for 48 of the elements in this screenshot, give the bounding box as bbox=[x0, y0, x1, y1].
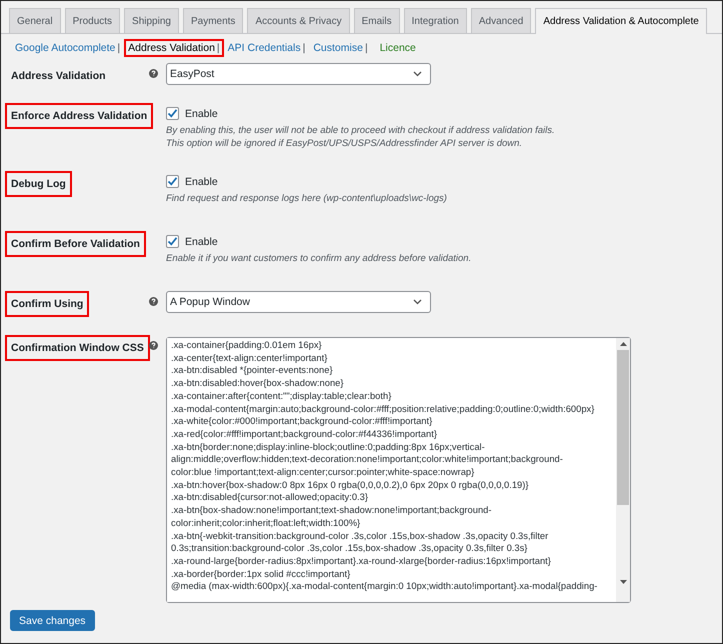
dropdown[interactable]: EasyPost bbox=[166, 63, 431, 85]
dropdown-value: A Popup Window bbox=[170, 296, 250, 308]
dropdown[interactable]: A Popup Window bbox=[166, 291, 431, 313]
scroll-up-icon[interactable] bbox=[620, 342, 626, 346]
setting-label: Confirm Before Validation bbox=[5, 231, 146, 257]
settings-tab[interactable]: Advanced bbox=[470, 8, 532, 33]
settings-tab[interactable]: Emails bbox=[354, 8, 400, 33]
help-text: This option will be ignored if EasyPost/UPS/USPS/Addressfinder API server is down. bbox=[166, 137, 524, 150]
checkbox-label[interactable]: Enable bbox=[185, 176, 218, 188]
settings-tab[interactable]: Address Validation & Autocomplete bbox=[535, 8, 707, 34]
save-changes-button[interactable]: Save changes bbox=[10, 610, 95, 631]
subnav-link[interactable]: Address Validation bbox=[128, 42, 215, 54]
setting-label: Address Validation bbox=[10, 69, 107, 84]
separator: | bbox=[117, 42, 120, 54]
subnav-link[interactable]: Licence bbox=[380, 42, 416, 54]
setting-label: Debug Log bbox=[5, 171, 72, 197]
setting-label: Confirmation Window CSS bbox=[5, 335, 150, 361]
dropdown-value: EasyPost bbox=[170, 68, 214, 80]
help-icon[interactable] bbox=[149, 69, 158, 78]
chevron-down-icon bbox=[413, 71, 422, 77]
settings-tab[interactable]: Payments bbox=[182, 8, 244, 33]
chevron-down-icon bbox=[413, 299, 422, 305]
settings-tab[interactable]: Accounts & Privacy bbox=[247, 8, 350, 33]
checkbox[interactable] bbox=[166, 107, 179, 120]
settings-tab[interactable]: Integration bbox=[404, 8, 467, 33]
settings-tab[interactable]: Shipping bbox=[124, 8, 179, 33]
separator: | bbox=[302, 42, 306, 54]
scroll-down-icon[interactable] bbox=[620, 580, 626, 584]
help-text: Enable it if you want customers to confirm any address before validation. bbox=[166, 252, 472, 265]
checkbox-label[interactable]: Enable bbox=[185, 108, 218, 120]
subnav-link[interactable]: API Credentials bbox=[228, 42, 301, 54]
help-text: By enabling this, the user will not be able to proceed with checkout if address validation fails. bbox=[166, 124, 556, 137]
scrollbar[interactable] bbox=[616, 338, 630, 602]
subnav-link[interactable]: Google Autocomplete bbox=[15, 42, 116, 54]
settings-tab[interactable]: Products bbox=[64, 8, 120, 33]
help-icon[interactable] bbox=[149, 297, 158, 306]
css-textarea[interactable]: .xa-container{padding:0.01em 16px} .xa-center{text-align:center!important} .xa-btn:disabled *{pointer-events:none} .xa-btn:disabled:hover{box-shadow:none} .xa-container:after{content:"";display:table;clear:both} .xa-modal-content{margin:auto;background-color:#fff;position:relative;padding:0;outline:0;width:600px} .xa-white{color:#000!important;background-color:#fff!important} .xa-red{color:#fff!important;background-color:#f44336!important} .xa-btn{border:none;display:inline-block;outline:0;padding:8px 16px;vertical- align:middle;overflow:hidden;text-decoration:none!important;color:white!important;background- color:blue !important;text-align:center;cursor:pointer;white-space:nowrap} .xa-btn:hover{box-shadow:0 8px 16px 0 rgba(0,0,0,0.2),0 6px 20px 0 rgba(0,0,0,0.19)} .xa-btn:disabled{cursor:not-allowed;opacity:0.3} .xa-btn{box-shadow:none!important;text-shadow:none!important;background- color:inherit;color:inherit;float:left;width:100%} .xa-btn{-webkit-transition:background-color .3s,color .15s,box-shadow .3s,opacity 0.3s,filter 0.3s;transition:background-color .3s,color .15s,box-shadow .3s,opacity 0.3s,filter 0.3s} .xa-round-large{border-radius:8px!important}.xa-round-xlarge{border-radius:16px!important} .xa-border{border:1px solid #ccc!important} @media (max-width:600px){.xa-modal-content{margin:0 10px;width:auto!important}.xa-modal{padding- bbox=[166, 337, 631, 603]
checkbox[interactable] bbox=[166, 235, 179, 248]
separator: | bbox=[364, 42, 368, 54]
subnav-link[interactable]: Customise bbox=[313, 42, 363, 54]
checkbox[interactable] bbox=[166, 175, 179, 188]
help-icon[interactable] bbox=[149, 341, 158, 350]
checkbox-label[interactable]: Enable bbox=[185, 236, 218, 248]
separator: | bbox=[216, 42, 220, 54]
settings-tab[interactable]: General bbox=[9, 8, 61, 33]
help-text: Find request and response logs here (wp-content\uploads\wc-logs) bbox=[166, 192, 448, 205]
setting-label: Confirm Using bbox=[5, 291, 90, 317]
setting-label: Enforce Address Validation bbox=[5, 103, 154, 129]
